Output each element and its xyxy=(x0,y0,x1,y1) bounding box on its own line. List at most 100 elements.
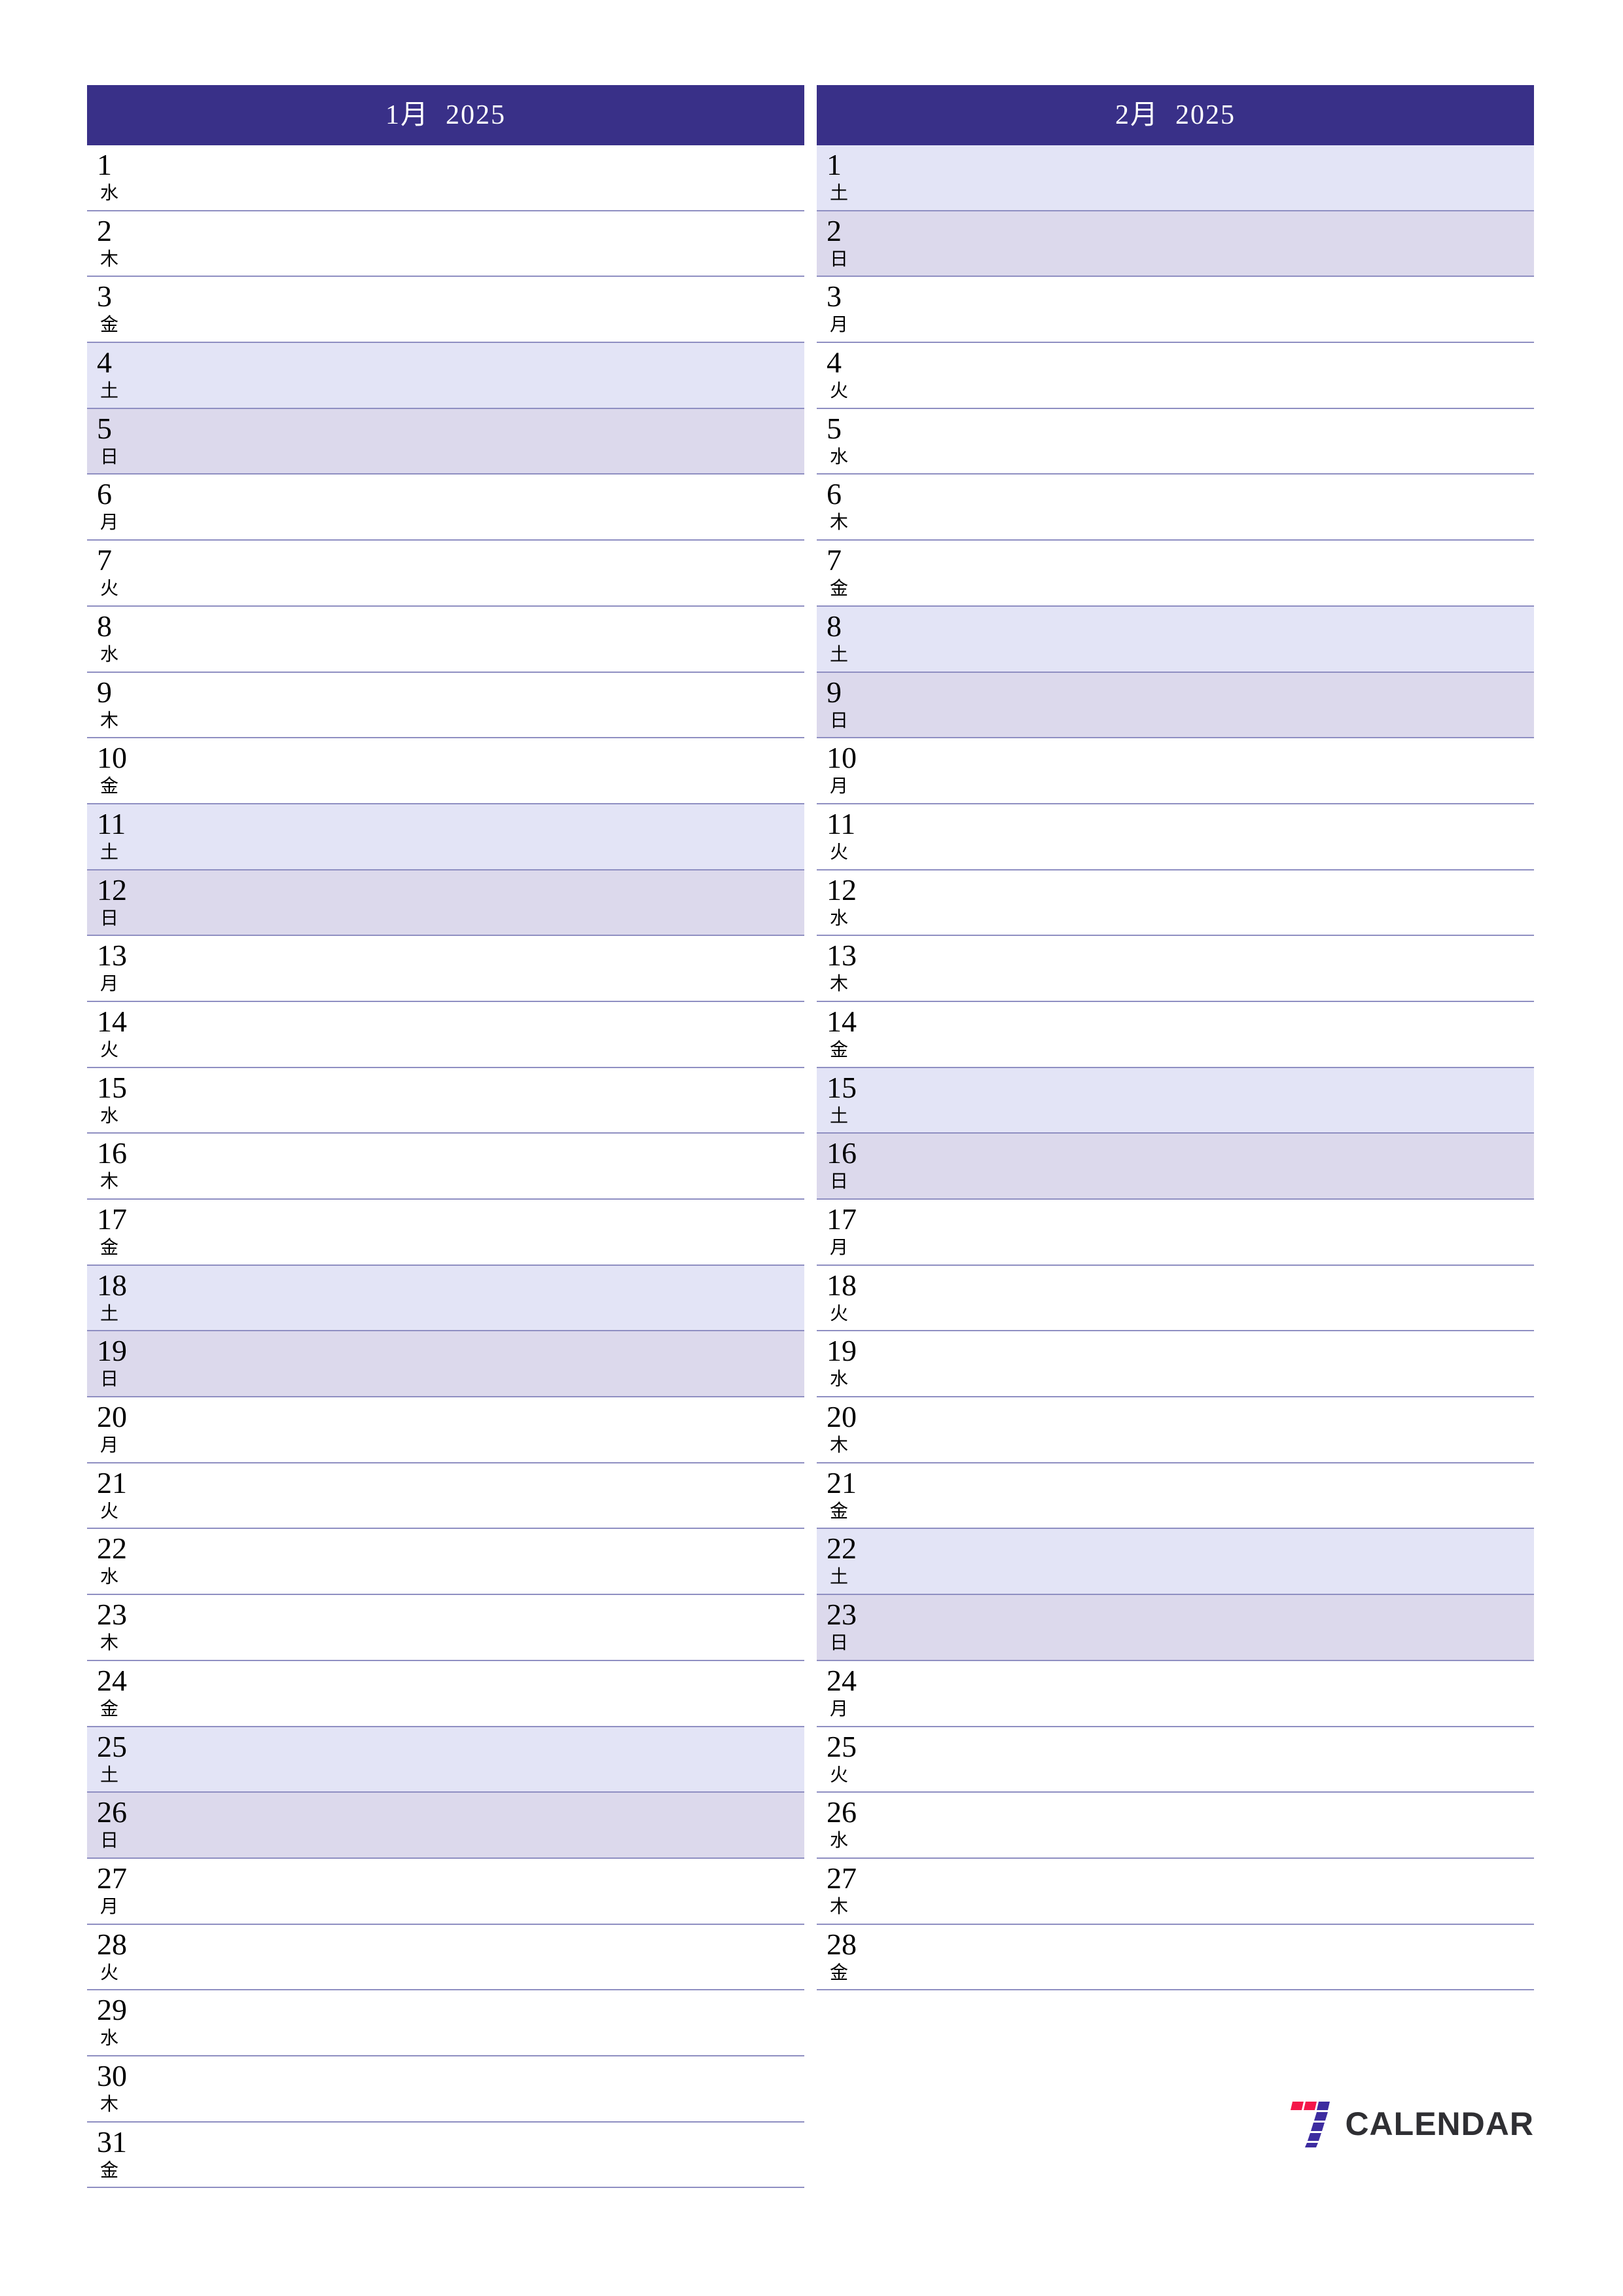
day-row[interactable]: 25 土 xyxy=(87,1727,804,1793)
day-row[interactable]: 14 火 xyxy=(87,1001,804,1068)
day-row[interactable]: 9木 xyxy=(87,672,804,739)
brand-name: CALENDAR xyxy=(1345,2106,1534,2142)
day-row[interactable]: 24 金 xyxy=(87,1660,804,1727)
day-row[interactable]: 22 土 xyxy=(817,1529,1534,1596)
day-row[interactable]: 12 水 xyxy=(817,870,1534,937)
day-row[interactable]: 8土 xyxy=(817,606,1534,673)
day-row[interactable]: 1土 xyxy=(817,145,1534,211)
month-title-january: 1月 2025 xyxy=(385,100,506,130)
day-weekday: 月 xyxy=(100,974,119,995)
day-row[interactable]: 19 日 xyxy=(87,1331,804,1398)
day-weekday: 火 xyxy=(830,1765,849,1785)
day-row[interactable]: 25 火 xyxy=(817,1727,1534,1793)
day-row[interactable]: 18 火 xyxy=(817,1265,1534,1332)
day-weekday: 金 xyxy=(100,1238,119,1258)
day-row[interactable]: 22 水 xyxy=(87,1529,804,1596)
calendar-page: 1月 2025 1 水 2 木 3 金 4 土 5 日 6 月 7 火 8 水 9 木 10 金 11 土 12 日 13 月 14… xyxy=(87,85,1534,2206)
day-row[interactable]: 12 日 xyxy=(87,870,804,937)
day-number: 7 xyxy=(827,543,842,577)
day-row[interactable]: 4土 xyxy=(87,343,804,409)
day-weekday: 水 xyxy=(100,1105,119,1126)
day-weekday: 日 xyxy=(830,1172,849,1193)
day-row[interactable]: 24 月 xyxy=(817,1660,1534,1727)
day-row[interactable]: 2日 xyxy=(817,211,1534,278)
day-row[interactable]: 3月 xyxy=(817,277,1534,344)
day-row[interactable]: 21 火 xyxy=(87,1463,804,1530)
day-row[interactable]: 26 日 xyxy=(87,1793,804,1859)
day-number: 2 xyxy=(827,213,842,247)
day-row[interactable]: 20 木 xyxy=(817,1397,1534,1463)
day-row[interactable]: 10 金 xyxy=(87,738,804,804)
day-row[interactable]: 5水 xyxy=(817,408,1534,475)
day-weekday: 月 xyxy=(100,1896,119,1917)
day-row[interactable]: 5日 xyxy=(87,408,804,475)
day-row[interactable]: 28 金 xyxy=(817,1924,1534,1991)
day-number: 22 xyxy=(97,1532,127,1566)
day-number: 27 xyxy=(97,1861,127,1895)
day-row[interactable]: 13 月 xyxy=(87,936,804,1002)
day-row[interactable]: 30 木 xyxy=(87,2056,804,2123)
day-row[interactable]: 11 土 xyxy=(87,804,804,870)
day-row[interactable]: 21 金 xyxy=(817,1463,1534,1530)
day-row[interactable]: 27 木 xyxy=(817,1858,1534,1925)
day-number: 1 xyxy=(97,148,112,181)
day-row[interactable]: 10 月 xyxy=(817,738,1534,804)
day-row[interactable]: 7金 xyxy=(817,541,1534,607)
day-weekday: 火 xyxy=(830,381,849,402)
day-row[interactable]: 29 水 xyxy=(87,1990,804,2056)
day-row[interactable]: 7火 xyxy=(87,541,804,607)
day-row[interactable]: 20 月 xyxy=(87,1397,804,1463)
day-weekday: 日 xyxy=(100,908,119,929)
day-row[interactable]: 14 金 xyxy=(817,1001,1534,1068)
day-row[interactable]: 18 土 xyxy=(87,1265,804,1332)
day-weekday: 水 xyxy=(100,1567,119,1588)
day-row[interactable]: 28 火 xyxy=(87,1924,804,1991)
day-row[interactable]: 26 水 xyxy=(817,1793,1534,1859)
brand-logo: CALENDAR xyxy=(1290,2098,1534,2150)
day-row[interactable]: 23 木 xyxy=(87,1595,804,1661)
day-weekday: 水 xyxy=(830,908,849,929)
day-weekday: 月 xyxy=(830,1698,849,1719)
day-row[interactable]: 31 金 xyxy=(87,2122,804,2189)
day-number: 8 xyxy=(827,609,842,643)
day-row[interactable]: 15 土 xyxy=(817,1067,1534,1134)
day-row[interactable]: 17 金 xyxy=(87,1200,804,1266)
day-weekday: 水 xyxy=(100,2028,119,2049)
day-number: 28 xyxy=(827,1927,857,1961)
day-weekday: 日 xyxy=(100,446,119,467)
day-number: 7 xyxy=(97,543,112,577)
day-weekday: 金 xyxy=(830,1039,849,1060)
day-row[interactable]: 11 火 xyxy=(817,804,1534,870)
day-number: 17 xyxy=(827,1202,857,1236)
day-number: 2 xyxy=(97,213,112,247)
day-weekday: 金 xyxy=(100,776,119,797)
day-number: 13 xyxy=(97,939,127,973)
day-row[interactable]: 1水 xyxy=(87,145,804,211)
day-number: 12 xyxy=(97,872,127,906)
day-row[interactable]: 23 日 xyxy=(817,1595,1534,1661)
day-weekday: 火 xyxy=(830,1303,849,1324)
day-weekday: 月 xyxy=(100,512,119,533)
month-title-february: 2月 2025 xyxy=(1115,100,1236,130)
day-row[interactable]: 16 日 xyxy=(817,1134,1534,1200)
day-row[interactable]: 13 木 xyxy=(817,936,1534,1002)
day-number: 9 xyxy=(827,675,842,709)
day-row[interactable]: 19 水 xyxy=(817,1331,1534,1398)
day-row[interactable]: 27 月 xyxy=(87,1858,804,1925)
day-row[interactable]: 3金 xyxy=(87,277,804,344)
day-number: 25 xyxy=(827,1729,857,1763)
day-row[interactable]: 8水 xyxy=(87,606,804,673)
day-row[interactable]: 16 木 xyxy=(87,1134,804,1200)
day-row[interactable]: 6月 xyxy=(87,475,804,541)
day-number: 18 xyxy=(827,1268,857,1302)
day-row[interactable]: 9日 xyxy=(817,672,1534,739)
day-row[interactable]: 15 水 xyxy=(87,1067,804,1134)
day-row[interactable]: 17 月 xyxy=(817,1200,1534,1266)
day-row[interactable]: 2木 xyxy=(87,211,804,278)
day-number: 26 xyxy=(97,1795,127,1829)
day-weekday: 金 xyxy=(100,2160,119,2181)
day-number: 27 xyxy=(827,1861,857,1895)
day-row[interactable]: 6木 xyxy=(817,475,1534,541)
day-row[interactable]: 4火 xyxy=(817,343,1534,409)
day-weekday: 金 xyxy=(830,1962,849,1983)
